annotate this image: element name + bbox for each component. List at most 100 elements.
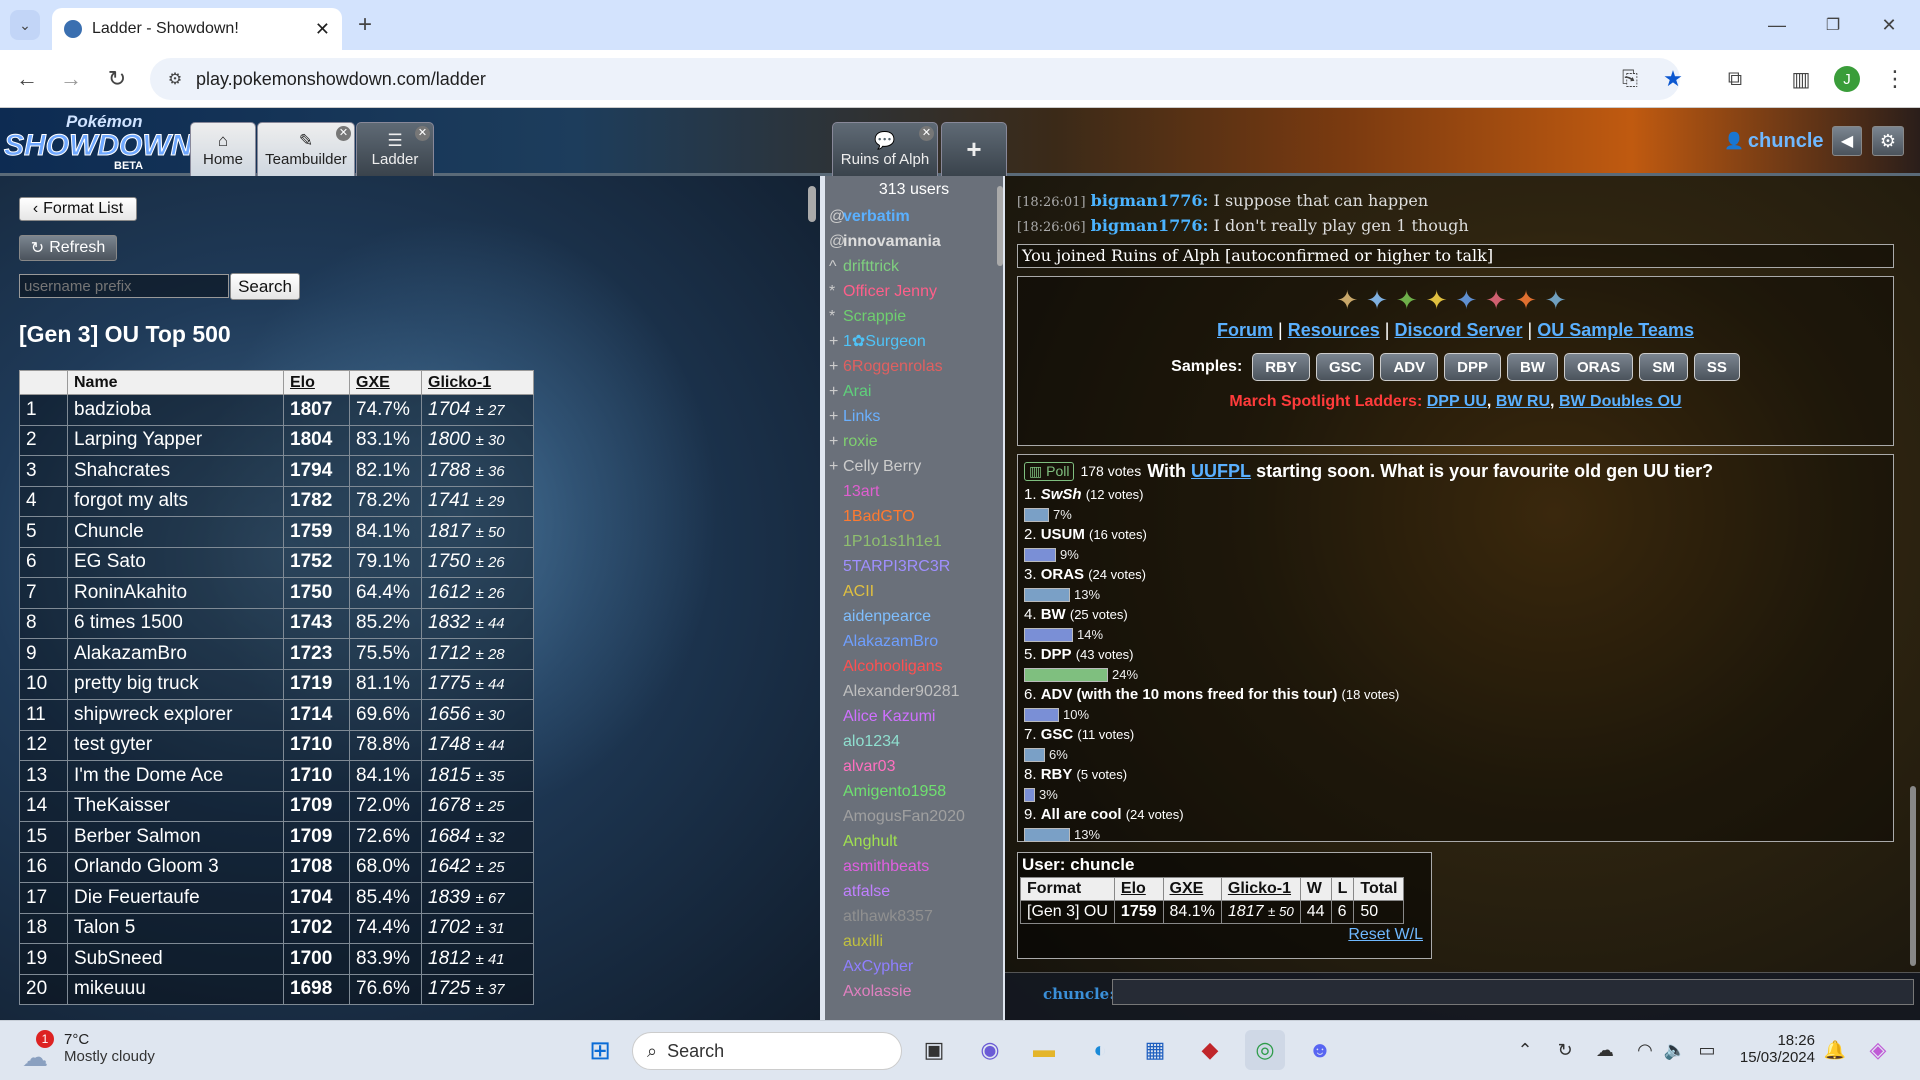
sample-sm-button[interactable]: SM [1639,353,1688,381]
sample-gsc-button[interactable]: GSC [1315,353,1375,381]
username-button[interactable]: 👤 chuncle [1724,128,1824,154]
tab-home[interactable]: ⌂ Home [190,122,256,176]
user-list-item[interactable]: @verbatim [829,204,1003,229]
reload-icon[interactable]: ↻ [102,64,132,94]
user-list-item[interactable]: auxilli [829,929,1003,954]
side-panel-icon[interactable]: ▥ [1786,64,1816,94]
user-list-item[interactable]: 1BadGTO [829,504,1003,529]
user-list-item[interactable]: @innovamania [829,229,1003,254]
battery-icon[interactable]: ▭ [1692,1030,1722,1070]
new-tab-icon[interactable]: + [350,10,380,40]
menu-kebab-icon[interactable]: ⋮ [1880,64,1910,94]
edge-icon[interactable]: ◐ [1080,1030,1120,1070]
player-name-cell[interactable]: AlakazamBro [67,638,284,670]
player-name-cell[interactable]: Orlando Gloom 3 [67,851,284,883]
user-list-item[interactable]: aidenpearce [829,604,1003,629]
show-hidden-icons-icon[interactable]: ⌃ [1510,1030,1540,1070]
tab-close-icon[interactable]: ✕ [315,19,330,40]
user-list-item[interactable]: AmogusFan2020 [829,804,1003,829]
player-name-cell[interactable]: forgot my alts [67,485,284,517]
spotlight-link[interactable]: BW Doubles OU [1559,393,1682,410]
user-list-item[interactable]: * Scrappie [829,304,1003,329]
user-list-item[interactable]: alvar03 [829,754,1003,779]
address-bar[interactable]: ⚙ play.pokemonshowdown.com/ladder [150,58,1680,100]
window-close-icon[interactable]: ✕ [1874,10,1904,40]
user-list-item[interactable]: alo1234 [829,729,1003,754]
file-explorer-icon[interactable]: ▬ [1024,1030,1064,1070]
discord-link[interactable]: Discord Server [1394,320,1522,340]
user-list-item[interactable]: + Celly Berry [829,454,1003,479]
sample-rby-button[interactable]: RBY [1252,353,1310,381]
refresh-button[interactable]: ↻ Refresh [19,235,117,261]
sound-button[interactable]: ◀ [1832,126,1862,156]
player-name-cell[interactable]: pretty big truck [67,668,284,700]
new-room-button[interactable]: + [941,122,1007,176]
user-list-item[interactable]: atlhawk8357 [829,904,1003,929]
user-list-item[interactable]: ACII [829,579,1003,604]
close-icon[interactable]: ✕ [415,126,430,141]
player-name-cell[interactable]: badzioba [67,394,284,426]
user-list-item[interactable]: AlakazamBro [829,629,1003,654]
player-name-cell[interactable]: mikeuuu [67,973,284,1005]
spotlight-link[interactable]: BW RU [1496,393,1550,410]
tab-teambuilder[interactable]: ✕ ✎ Teambuilder [257,122,355,176]
resources-link[interactable]: Resources [1288,320,1380,340]
scrollbar[interactable] [808,186,816,222]
volume-icon[interactable]: 🔈 [1660,1030,1690,1070]
search-button[interactable]: Search [230,273,300,300]
reset-wl-link[interactable]: Reset W/L [1348,926,1423,943]
browser-tab[interactable]: Ladder - Showdown! ✕ [52,8,342,50]
tab-search-icon[interactable]: ⌄ [10,10,40,40]
player-name-cell[interactable]: I'm the Dome Ace [67,760,284,792]
weather-widget[interactable]: ☁ 1 7°C Mostly cloudy [20,1030,155,1072]
site-info-icon[interactable]: ⚙ [164,68,186,90]
col-elo[interactable]: Elo [283,370,350,395]
user-list-item[interactable]: 1P1o1s1h1e1 [829,529,1003,554]
username-search-input[interactable] [19,274,229,298]
wifi-icon[interactable]: ◠ [1630,1030,1660,1070]
col-glicko[interactable]: Glicko-1 [421,370,534,395]
user-list-item[interactable]: 13art [829,479,1003,504]
player-name-cell[interactable]: Chuncle [67,516,284,548]
showdown-logo[interactable]: Pokémon SHOWDOWN BETA [4,112,193,172]
notification-bell-icon[interactable]: 🔔 [1820,1030,1850,1070]
col-gxe[interactable]: GXE [349,370,422,395]
settings-button[interactable]: ⚙ [1872,126,1904,156]
player-name-cell[interactable]: Berber Salmon [67,821,284,853]
sample-dpp-button[interactable]: DPP [1444,353,1501,381]
chrome-icon[interactable]: ◎ [1245,1030,1285,1070]
chat-message-input[interactable] [1112,979,1914,1005]
close-icon[interactable]: ✕ [919,126,934,141]
user-list-item[interactable]: ^ drifttrick [829,254,1003,279]
sample-ss-button[interactable]: SS [1693,353,1740,381]
player-name-cell[interactable]: shipwreck explorer [67,699,284,731]
user-list-item[interactable]: Alcohooligans [829,654,1003,679]
chat-scrollbar[interactable] [1910,786,1916,966]
bookmark-star-icon[interactable]: ★ [1658,64,1688,94]
start-windows-icon[interactable]: ⊞ [580,1030,620,1070]
install-app-icon[interactable]: ⎘ [1615,64,1645,94]
user-list-item[interactable]: + Links [829,404,1003,429]
player-name-cell[interactable]: Larping Yapper [67,424,284,456]
tab-ruins-of-alph[interactable]: ✕ 💬 Ruins of Alph [832,122,938,176]
user-list-item[interactable]: +6Roggenrolas [829,354,1003,379]
user-list-item[interactable]: + Arai [829,379,1003,404]
player-name-cell[interactable]: 6 times 1500 [67,607,284,639]
user-list-item[interactable]: asmithbeats [829,854,1003,879]
player-name-cell[interactable]: Die Feuertaufe [67,882,284,914]
chat-username[interactable]: bigman1776: [1091,191,1209,210]
player-name-cell[interactable]: test gyter [67,729,284,761]
chat-username[interactable]: bigman1776: [1091,216,1209,235]
clock[interactable]: 18:26 15/03/2024 [1735,1032,1815,1066]
user-list-item[interactable]: Axolassie [829,979,1003,1004]
restore-icon[interactable]: ❐ [1818,10,1848,40]
back-icon[interactable]: ← [12,64,42,94]
sample-adv-button[interactable]: ADV [1380,353,1439,381]
user-list-item[interactable]: 5TARPI3RC3R [829,554,1003,579]
forum-link[interactable]: Forum [1217,320,1273,340]
userlist-scrollbar[interactable] [997,186,1003,266]
discord-icon[interactable]: ☻ [1300,1030,1340,1070]
user-list-item[interactable]: Amigento1958 [829,779,1003,804]
taskbar-search[interactable]: ⌕ Search [632,1032,902,1070]
player-name-cell[interactable]: Shahcrates [67,455,284,487]
